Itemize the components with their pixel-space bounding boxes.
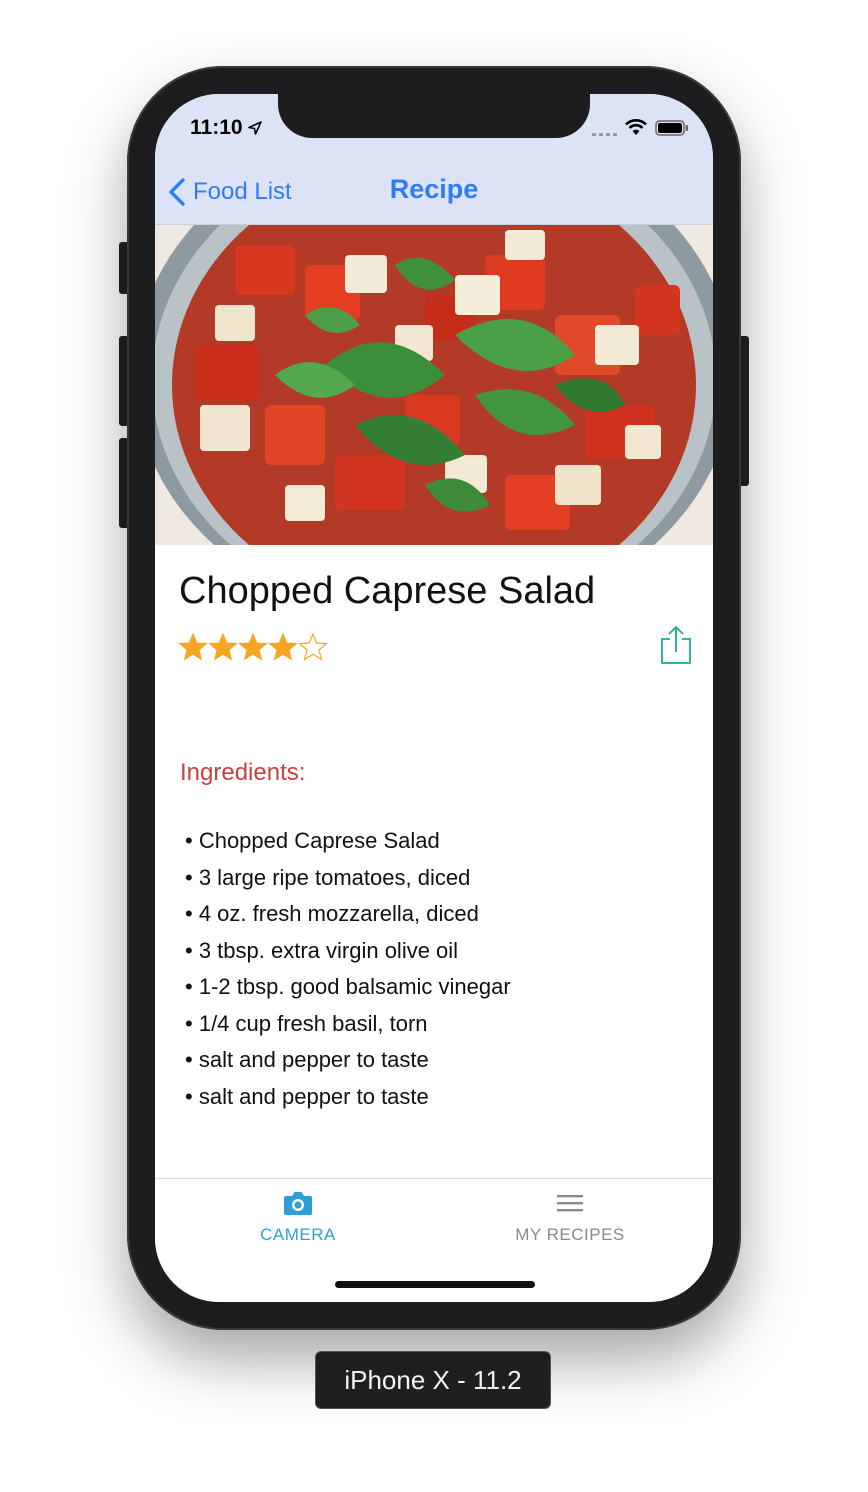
ingredient-item: 4 oz. fresh mozzarella, diced <box>185 899 511 936</box>
cellular-signal-icon <box>592 133 617 136</box>
list-icon <box>557 1195 583 1212</box>
tab-my-recipes-label: MY RECIPES <box>515 1225 625 1244</box>
recipe-title: Chopped Caprese Salad <box>179 570 596 612</box>
ingredient-item: salt and pepper to taste <box>185 1045 511 1082</box>
navigation-bar: 11:10 Food List Recipe <box>155 94 713 225</box>
ingredient-item: 1/4 cup fresh basil, torn <box>185 1009 511 1046</box>
star-empty-icon[interactable] <box>298 632 328 662</box>
simulator-device-label: iPhone X - 11.2 <box>315 1351 551 1409</box>
star-filled-icon[interactable] <box>268 632 298 662</box>
simulator-stage: 11:10 Food List Recipe Chopped Caprese S… <box>0 0 868 1492</box>
location-arrow-icon <box>248 121 262 135</box>
status-time: 11:10 <box>190 116 243 139</box>
nav-title-text: Recipe <box>389 174 479 204</box>
recipe-photo <box>155 225 713 545</box>
ingredients-heading: Ingredients: <box>180 759 306 786</box>
home-indicator[interactable] <box>335 1281 535 1288</box>
salad-bowl-image <box>155 225 713 545</box>
camera-icon <box>284 1192 312 1215</box>
back-button[interactable]: Food List <box>167 174 292 210</box>
wifi-icon <box>625 119 647 135</box>
ingredient-item: 1-2 tbsp. good balsamic vinegar <box>185 972 511 1009</box>
star-filled-icon[interactable] <box>238 632 268 662</box>
star-filled-icon[interactable] <box>178 632 208 662</box>
tab-camera[interactable]: CAMERA <box>198 1189 398 1245</box>
tab-camera-label: CAMERA <box>260 1225 336 1244</box>
back-button-label: Food List <box>193 178 292 205</box>
star-rating[interactable] <box>178 632 328 662</box>
battery-icon <box>655 120 688 136</box>
notch <box>278 94 590 138</box>
chevron-left-icon <box>169 178 185 206</box>
share-icon[interactable] <box>658 625 694 665</box>
star-filled-icon[interactable] <box>208 632 238 662</box>
tab-my-recipes[interactable]: MY RECIPES <box>470 1189 670 1245</box>
ingredient-item: Chopped Caprese Salad <box>185 826 511 863</box>
ingredient-item: salt and pepper to taste <box>185 1082 511 1119</box>
ingredients-list: Chopped Caprese Salad 3 large ripe tomat… <box>185 826 511 1118</box>
device-screen: 11:10 Food List Recipe Chopped Caprese S… <box>155 94 713 1302</box>
ingredient-item: 3 tbsp. extra virgin olive oil <box>185 936 511 973</box>
ingredient-item: 3 large ripe tomatoes, diced <box>185 863 511 900</box>
